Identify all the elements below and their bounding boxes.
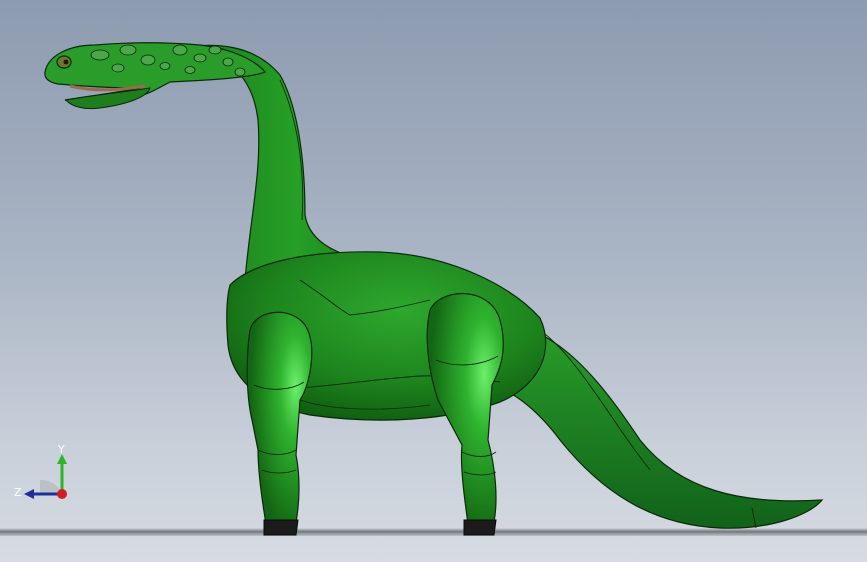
triad-graphic [24, 454, 67, 499]
y-axis-label: Y [58, 443, 65, 456]
graphics-viewport[interactable]: Y Z [0, 0, 867, 562]
dinosaur-model[interactable] [0, 0, 867, 562]
orientation-triad[interactable]: Y Z [10, 440, 80, 510]
x-axis [57, 489, 67, 499]
head [44, 42, 266, 106]
z-axis-label: Z [14, 486, 22, 499]
front-foot [263, 519, 299, 536]
hind-foot [463, 519, 497, 536]
lower-jaw [65, 87, 151, 110]
front-leg [246, 311, 313, 525]
